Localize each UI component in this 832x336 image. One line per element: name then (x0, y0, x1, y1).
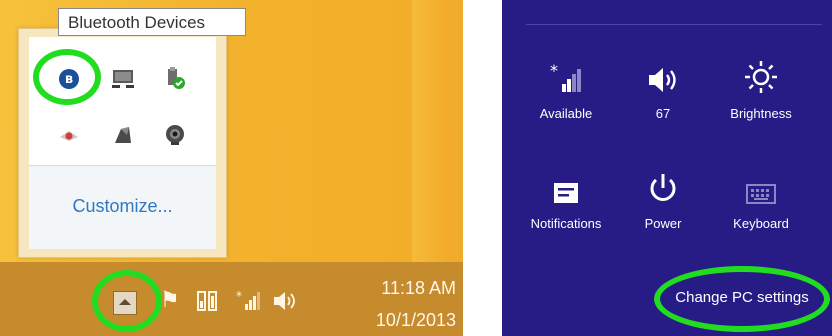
svg-text:*: * (550, 62, 558, 80)
taskbar-clock-time[interactable]: 11:18 AM (336, 278, 456, 299)
settings-divider (526, 24, 822, 25)
network-signal-icon: * (516, 58, 616, 94)
network-tile[interactable]: * Available (516, 58, 616, 121)
power-icon (613, 168, 713, 204)
usb-safe-remove-icon[interactable] (161, 65, 189, 93)
brightness-icon (711, 58, 811, 94)
chevron-up-icon (119, 299, 131, 305)
tray-overflow-content: ʙ Customize... (29, 37, 216, 249)
network-signal-icon[interactable]: * (236, 288, 262, 318)
desktop-stripe-edge (452, 0, 463, 262)
flyout-divider (29, 165, 216, 166)
keyboard-tile[interactable]: Keyboard (711, 168, 811, 231)
power-tile[interactable]: Power (613, 168, 713, 231)
network-label: Available (539, 106, 593, 121)
keyboard-icon (711, 168, 811, 204)
network-computer-icon[interactable] (109, 65, 137, 93)
taskbar: ⚑ * 11:18 AM 10/1/2013 (0, 262, 463, 336)
volume-icon (613, 58, 713, 94)
bluetooth-icon[interactable]: ʙ (55, 65, 83, 93)
keyboard-label: Keyboard (733, 216, 789, 231)
show-hidden-icons-button[interactable] (113, 291, 137, 315)
media-warning-icon[interactable] (55, 121, 83, 149)
desktop-tray-panel: ʙ Customize... Bluetooth Devices ⚑ * 11:… (0, 0, 463, 336)
change-pc-settings-link[interactable]: Change PC settings (652, 289, 832, 306)
action-center-flag-icon[interactable]: ⚑ (160, 288, 180, 313)
volume-tile[interactable]: 67 (613, 58, 713, 121)
power-label: Power (644, 216, 682, 231)
customize-link[interactable]: Customize... (29, 196, 216, 217)
notifications-label: Notifications (530, 216, 602, 231)
taskbar-clock-date[interactable]: 10/1/2013 (336, 310, 456, 331)
webcam-icon[interactable] (161, 121, 189, 149)
brightness-tile[interactable]: Brightness (711, 58, 811, 121)
tray-overflow-flyout: ʙ Customize... (18, 28, 227, 258)
volume-icon[interactable] (272, 290, 298, 316)
notifications-icon (516, 168, 616, 204)
notifications-tile[interactable]: Notifications (516, 168, 616, 231)
svg-text:*: * (236, 289, 242, 303)
audio-device-icon[interactable] (109, 121, 137, 149)
settings-charm-panel: * Available 67 Brightness Notifications … (502, 0, 832, 336)
volume-label: 67 (655, 106, 671, 121)
battery-plug-icon[interactable] (196, 288, 220, 318)
bluetooth-tooltip: Bluetooth Devices (58, 8, 246, 36)
brightness-label: Brightness (730, 106, 792, 121)
